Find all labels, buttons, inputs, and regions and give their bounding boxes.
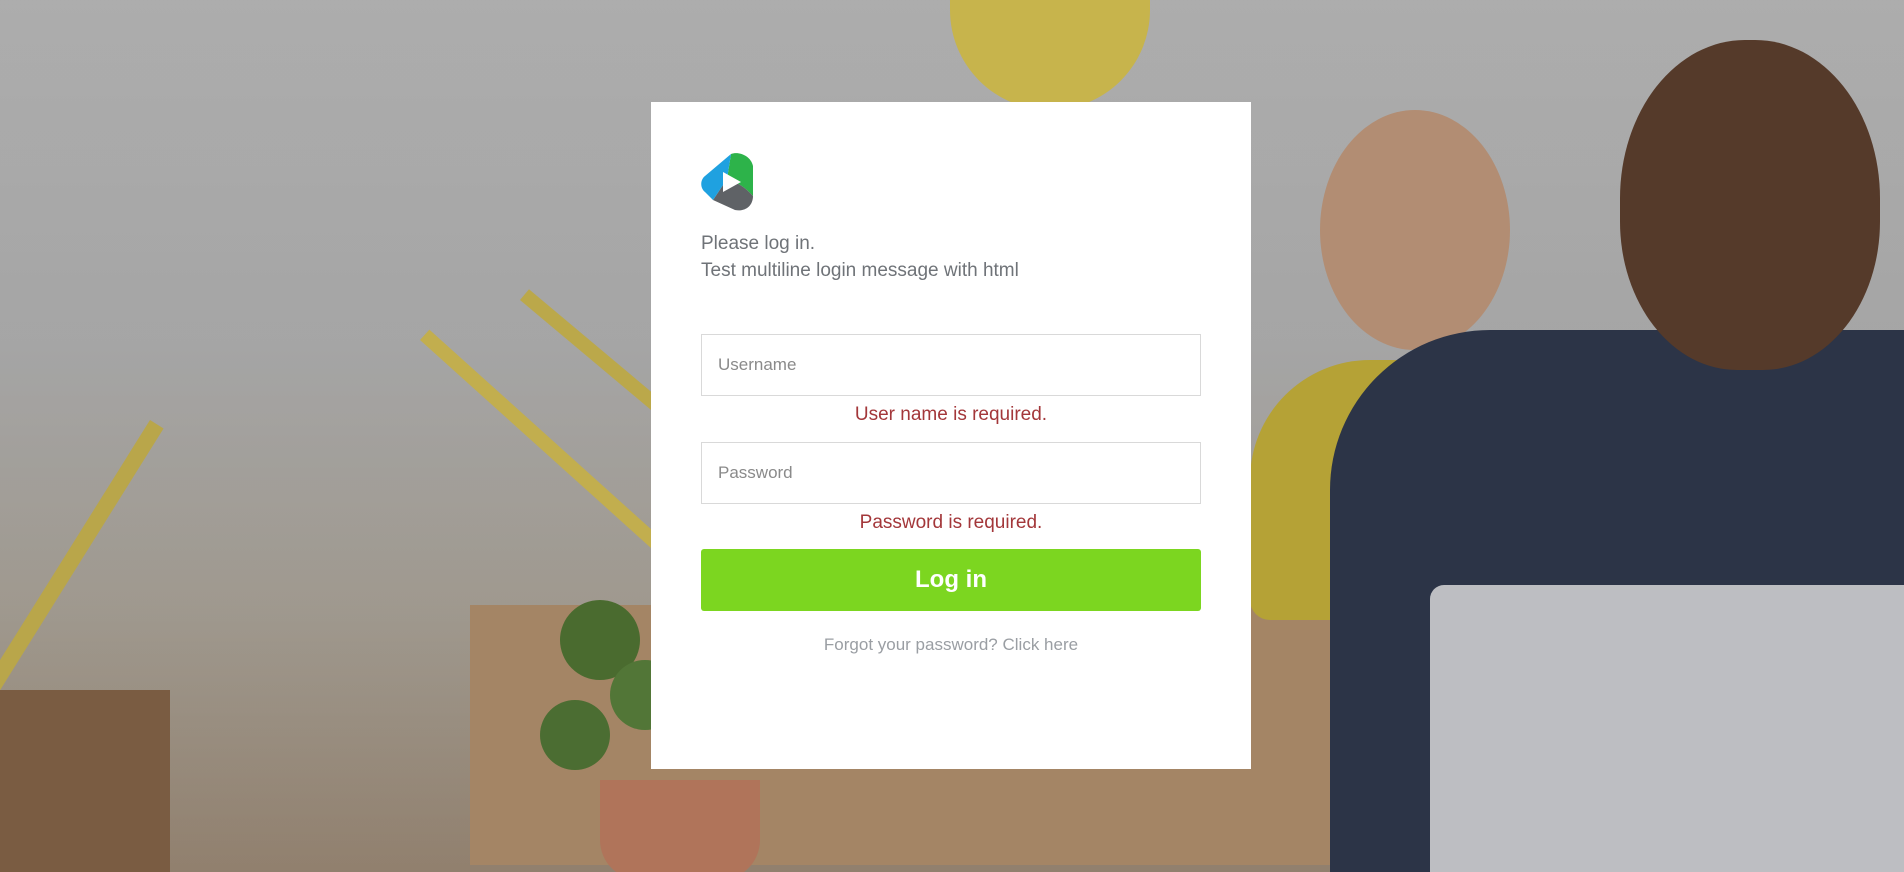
background-laptop — [1430, 585, 1904, 872]
login-button[interactable]: Log in — [701, 549, 1201, 611]
login-message-line: Test multiline login message with html — [701, 260, 1019, 281]
background-side-table — [0, 690, 170, 872]
password-input[interactable] — [701, 442, 1201, 504]
background-plant — [540, 700, 610, 770]
username-error: User name is required. — [854, 404, 1048, 425]
login-card: Please log in. Test multiline login mess… — [651, 102, 1251, 769]
background-plant-pot — [600, 780, 760, 872]
background-lamp-head — [950, 0, 1150, 110]
username-input[interactable] — [701, 334, 1201, 396]
password-error: Password is required. — [859, 512, 1043, 533]
login-message: Please log in. Test multiline login mess… — [701, 230, 1201, 284]
background-person — [1620, 40, 1880, 370]
brand-logo-icon — [701, 152, 755, 212]
background-person — [1320, 110, 1510, 350]
login-message-line: Please log in. — [701, 233, 816, 254]
forgot-password-link[interactable]: Forgot your password? Click here — [701, 635, 1201, 655]
